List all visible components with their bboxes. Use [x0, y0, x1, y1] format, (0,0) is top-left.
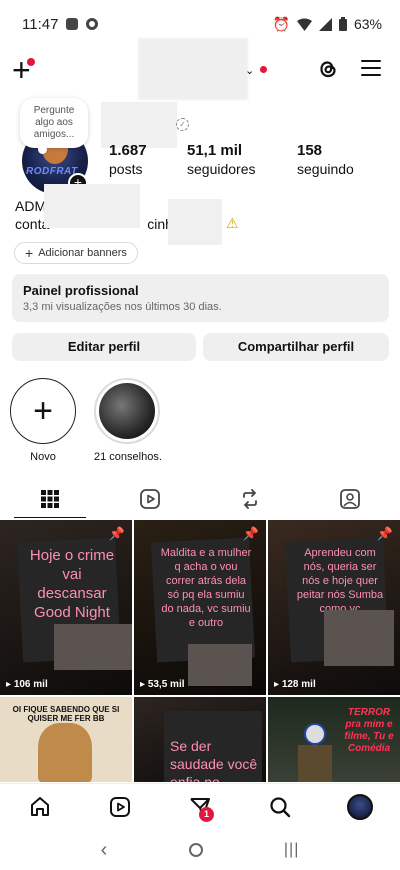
post-text: Se der saudade você enfia no: [170, 738, 258, 782]
nav-profile[interactable]: [340, 787, 380, 827]
add-banners-button[interactable]: + Adicionar banners: [14, 242, 138, 264]
status-time: 11:47: [22, 15, 59, 33]
nav-reels[interactable]: [100, 787, 140, 827]
reels-icon: [140, 489, 160, 509]
grid-post[interactable]: Hoje o crime vai descansar Good Night 📌 …: [0, 520, 132, 695]
profile-avatar-icon: [347, 793, 373, 820]
home-circle-icon[interactable]: [188, 843, 203, 857]
highlight-new[interactable]: + Novo: [10, 378, 76, 463]
verified-icon: ✓: [176, 118, 189, 131]
stat-followers[interactable]: 51,1 mil seguidores: [187, 142, 256, 177]
bottom-nav: 1: [0, 783, 400, 829]
dashboard-subtitle: 3,3 mi visualizações nos últimos 30 dias…: [23, 301, 222, 313]
content-tabs: [0, 480, 400, 518]
highlight-item[interactable]: 21 conselhos.: [94, 378, 162, 463]
following-label: seguindo: [297, 161, 354, 177]
highlight-label: Novo: [30, 451, 56, 463]
posts-count: 1.687: [109, 142, 147, 159]
new-highlight-plus-icon: +: [10, 378, 76, 444]
grid-icon: [41, 490, 59, 508]
wifi-icon: [296, 18, 312, 31]
reels-icon: [110, 796, 130, 817]
search-icon: [270, 796, 291, 817]
posts-label: posts: [109, 161, 143, 177]
bio-redacted-2: [168, 199, 222, 245]
pin-icon: 📌: [108, 526, 125, 541]
post-text: TERROR pra mim e filme, Tu e Comédia: [344, 707, 394, 754]
alarm-icon: ⏰: [272, 15, 290, 32]
tab-reposts[interactable]: [200, 480, 300, 518]
grid-post[interactable]: Aprendeu com nós, queria ser nós e hoje …: [268, 520, 400, 695]
grid-post[interactable]: OI FIQUE SABENDO QUE SI QUISER ME FER BB: [0, 697, 132, 782]
username-redacted[interactable]: [138, 38, 248, 100]
notification-icon: [66, 18, 79, 30]
edit-profile-button[interactable]: Editar perfil: [12, 333, 196, 361]
grid-post[interactable]: Se der saudade você enfia no: [134, 697, 266, 782]
post-text: Aprendeu com nós, queria ser nós e hoje …: [296, 547, 384, 615]
highlight-cover: [94, 378, 160, 444]
profile-header: + ⌄: [0, 38, 400, 100]
grid-post[interactable]: Maldita e a mulher q acha o vou correr a…: [134, 520, 266, 695]
followers-label: seguidores: [187, 161, 256, 177]
signal-icon: [318, 17, 332, 31]
note-bubble[interactable]: Pergunte algo aos amigos...: [20, 98, 88, 154]
tab-tagged[interactable]: [300, 480, 400, 518]
pin-icon: 📌: [242, 526, 259, 541]
tab-grid[interactable]: [0, 480, 100, 518]
grid-post[interactable]: TERROR pra mim e filme, Tu e Comédia: [268, 697, 400, 782]
share-profile-button[interactable]: Compartilhar perfil: [203, 333, 389, 361]
tab-reels[interactable]: [100, 480, 200, 518]
nav-messages[interactable]: 1: [180, 787, 220, 827]
menu-icon[interactable]: [361, 60, 381, 80]
followers-count: 51,1 mil: [187, 142, 243, 159]
notification-dot: [27, 58, 35, 66]
stat-posts[interactable]: 1.687 posts: [109, 142, 147, 177]
pin-icon: 📌: [376, 526, 393, 541]
post-views: ▸ 128 mil: [274, 679, 316, 690]
post-text: OI FIQUE SABENDO QUE SI QUISER ME FER BB: [12, 705, 120, 723]
back-icon[interactable]: ‹: [101, 839, 108, 862]
battery-level: 63%: [353, 16, 382, 32]
nav-home[interactable]: [20, 787, 60, 827]
post-text: Maldita e a mulher q acha o vou correr a…: [160, 547, 252, 629]
post-views: ▸ 53,5 mil: [140, 679, 185, 690]
plus-icon: +: [25, 245, 34, 261]
chrome-icon: [86, 18, 99, 30]
add-banners-label: Adicionar banners: [38, 247, 127, 259]
post-grid: Hoje o crime vai descansar Good Night 📌 …: [0, 520, 400, 782]
threads-icon[interactable]: [316, 57, 340, 81]
nav-search[interactable]: [260, 787, 300, 827]
stat-following[interactable]: 158 seguindo: [297, 142, 354, 177]
professional-dashboard[interactable]: Painel profissional 3,3 mi visualizações…: [12, 274, 389, 322]
bio-line-1: ADM: [15, 198, 47, 214]
highlight-label: 21 conselhos.: [94, 451, 162, 463]
home-icon: [31, 796, 49, 816]
messages-badge: 1: [199, 806, 214, 822]
repost-icon: [243, 489, 257, 509]
following-count: 158: [297, 142, 323, 159]
bio-redacted-1: [44, 184, 140, 228]
post-text: Hoje o crime vai descansar Good Night: [29, 547, 115, 621]
chevron-down-icon[interactable]: ⌄: [245, 64, 254, 77]
recents-icon[interactable]: |||: [284, 841, 299, 859]
post-views: ▸ 106 mil: [6, 679, 48, 690]
warning-icon: ⚠: [226, 215, 239, 231]
account-notification-dot: [260, 66, 267, 73]
system-nav: ‹ |||: [0, 830, 400, 870]
battery-icon: [338, 17, 347, 31]
tagged-icon: [340, 489, 360, 509]
dashboard-title: Painel profissional: [23, 283, 139, 298]
